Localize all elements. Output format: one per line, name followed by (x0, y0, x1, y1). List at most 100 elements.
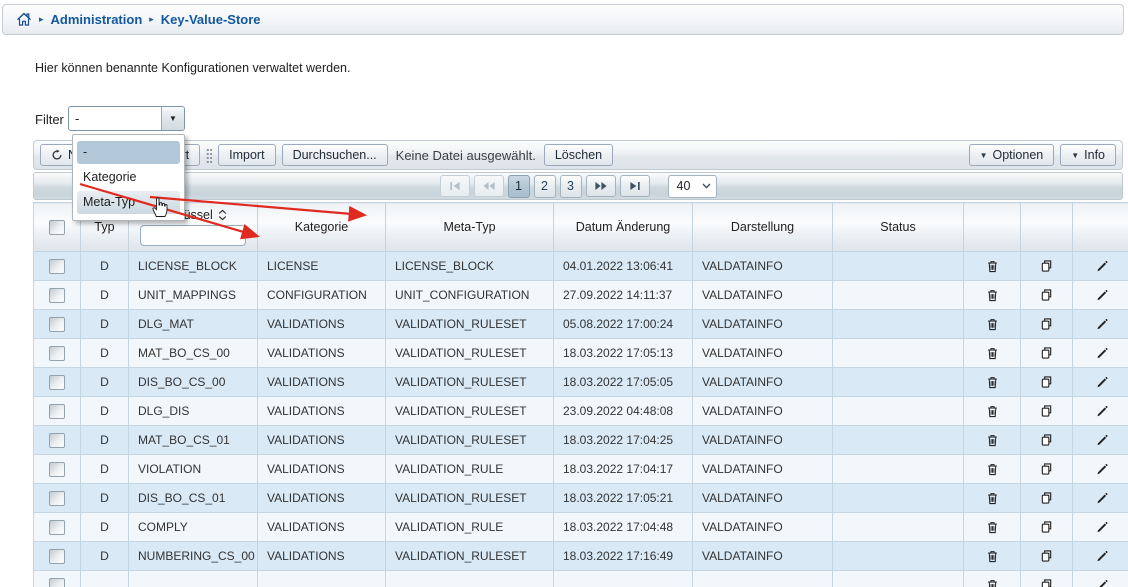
cell-meta-typ: UNIT_CONFIGURATION (386, 281, 554, 310)
dropdown-option-meta-typ[interactable]: Meta-Typ (77, 191, 180, 214)
schluessel-filter-input[interactable] (140, 225, 246, 246)
breadcrumb-link-administration[interactable]: Administration (51, 12, 143, 27)
edit-button[interactable] (1093, 344, 1110, 362)
copy-button[interactable] (1038, 576, 1055, 587)
delete-button[interactable] (984, 460, 1001, 478)
cell-schluessel: MAT_BO_CS_00 (129, 339, 258, 368)
edit-button[interactable] (1093, 286, 1110, 304)
delete-button[interactable] (984, 286, 1001, 304)
next-page-button[interactable] (586, 175, 616, 197)
row-checkbox[interactable] (49, 549, 65, 564)
copy-button[interactable] (1038, 344, 1055, 362)
delete-file-button[interactable]: Löschen (544, 144, 613, 166)
delete-button[interactable] (984, 489, 1001, 507)
edit-button[interactable] (1093, 402, 1110, 420)
row-checkbox[interactable] (49, 375, 65, 390)
last-page-button[interactable] (620, 175, 650, 197)
table-row: D DLG_DIS VALIDATIONS VALIDATION_RULESET… (34, 397, 1128, 426)
pencil-icon (1095, 375, 1108, 389)
cell-datum-aenderung: 23.09.2022 04:48:08 (554, 397, 693, 426)
copy-icon (1040, 259, 1053, 273)
edit-button[interactable] (1093, 373, 1110, 391)
delete-button[interactable] (984, 576, 1001, 587)
trash-icon (986, 578, 999, 587)
row-checkbox[interactable] (49, 288, 65, 303)
row-checkbox[interactable] (49, 346, 65, 361)
row-checkbox[interactable] (49, 520, 65, 535)
select-all-checkbox[interactable] (49, 220, 65, 235)
copy-button[interactable] (1038, 373, 1055, 391)
row-checkbox[interactable] (49, 578, 65, 587)
cell-datum-aenderung: 18.03.2022 17:04:17 (554, 455, 693, 484)
trash-icon (986, 375, 999, 389)
pencil-icon (1095, 462, 1108, 476)
page-size-select[interactable]: 40 (668, 175, 717, 198)
row-checkbox[interactable] (49, 433, 65, 448)
copy-button[interactable] (1038, 431, 1055, 449)
filter-label: Filter (35, 112, 64, 127)
copy-button[interactable] (1038, 547, 1055, 565)
dropdown-option-kategorie[interactable]: Kategorie (77, 166, 180, 189)
cell-datum-aenderung: 18.03.2022 17:05:05 (554, 368, 693, 397)
toolbar-grip-handle[interactable] (206, 148, 212, 163)
cell-meta-typ: VALIDATION_RULESET (386, 426, 554, 455)
page-button-1[interactable]: 1 (508, 175, 530, 198)
breadcrumb-link-key-value-store[interactable]: Key-Value-Store (161, 12, 261, 27)
edit-button[interactable] (1093, 460, 1110, 478)
page-button-2[interactable]: 2 (534, 175, 556, 198)
delete-button[interactable] (984, 257, 1001, 275)
delete-button[interactable] (984, 402, 1001, 420)
dropdown-arrow-icon[interactable]: ▼ (161, 107, 184, 130)
info-menu-button[interactable]: ▼ Info (1060, 144, 1116, 166)
browse-button[interactable]: Durchsuchen... (282, 144, 388, 166)
cell-kategorie: VALIDATIONS (258, 339, 386, 368)
edit-button[interactable] (1093, 257, 1110, 275)
cell-meta-typ: VALIDATION_RULESET (386, 310, 554, 339)
edit-button[interactable] (1093, 576, 1110, 587)
cell-darstellung: VALDATAINFO (693, 513, 833, 542)
cell-typ: D (81, 281, 129, 310)
row-checkbox[interactable] (49, 491, 65, 506)
edit-button[interactable] (1093, 489, 1110, 507)
row-checkbox[interactable] (49, 317, 65, 332)
first-page-button[interactable] (440, 175, 470, 197)
edit-button[interactable] (1093, 547, 1110, 565)
copy-button[interactable] (1038, 315, 1055, 333)
row-checkbox[interactable] (49, 404, 65, 419)
cell-typ (81, 571, 129, 587)
delete-button[interactable] (984, 431, 1001, 449)
dropdown-option-none[interactable]: - (77, 141, 180, 164)
copy-button[interactable] (1038, 518, 1055, 536)
delete-button[interactable] (984, 344, 1001, 362)
breadcrumb-separator-icon: ▸ (39, 14, 44, 25)
import-button[interactable]: Import (218, 144, 275, 166)
options-menu-button[interactable]: ▼ Optionen (969, 144, 1055, 166)
edit-button[interactable] (1093, 431, 1110, 449)
edit-button[interactable] (1093, 315, 1110, 333)
copy-button[interactable] (1038, 257, 1055, 275)
cell-status (833, 484, 964, 513)
copy-button[interactable] (1038, 489, 1055, 507)
delete-button[interactable] (984, 547, 1001, 565)
copy-button[interactable] (1038, 286, 1055, 304)
trash-icon (986, 317, 999, 331)
page-button-3[interactable]: 3 (560, 175, 582, 198)
delete-button[interactable] (984, 518, 1001, 536)
copy-button[interactable] (1038, 460, 1055, 478)
row-checkbox[interactable] (49, 259, 65, 274)
previous-page-button[interactable] (474, 175, 504, 197)
delete-button[interactable] (984, 373, 1001, 391)
cell-status (833, 281, 964, 310)
cell-meta-typ: LICENSE_BLOCK (386, 252, 554, 281)
edit-button[interactable] (1093, 518, 1110, 536)
header-darstellung: Darstellung (693, 203, 833, 252)
filter-dropdown[interactable]: - ▼ (68, 106, 185, 131)
copy-icon (1040, 317, 1053, 331)
home-icon[interactable] (16, 12, 32, 27)
cell-kategorie: VALIDATIONS (258, 310, 386, 339)
delete-button[interactable] (984, 315, 1001, 333)
row-checkbox[interactable] (49, 462, 65, 477)
copy-button[interactable] (1038, 402, 1055, 420)
sort-icon[interactable] (218, 209, 227, 221)
cell-schluessel: COMPLY (129, 513, 258, 542)
